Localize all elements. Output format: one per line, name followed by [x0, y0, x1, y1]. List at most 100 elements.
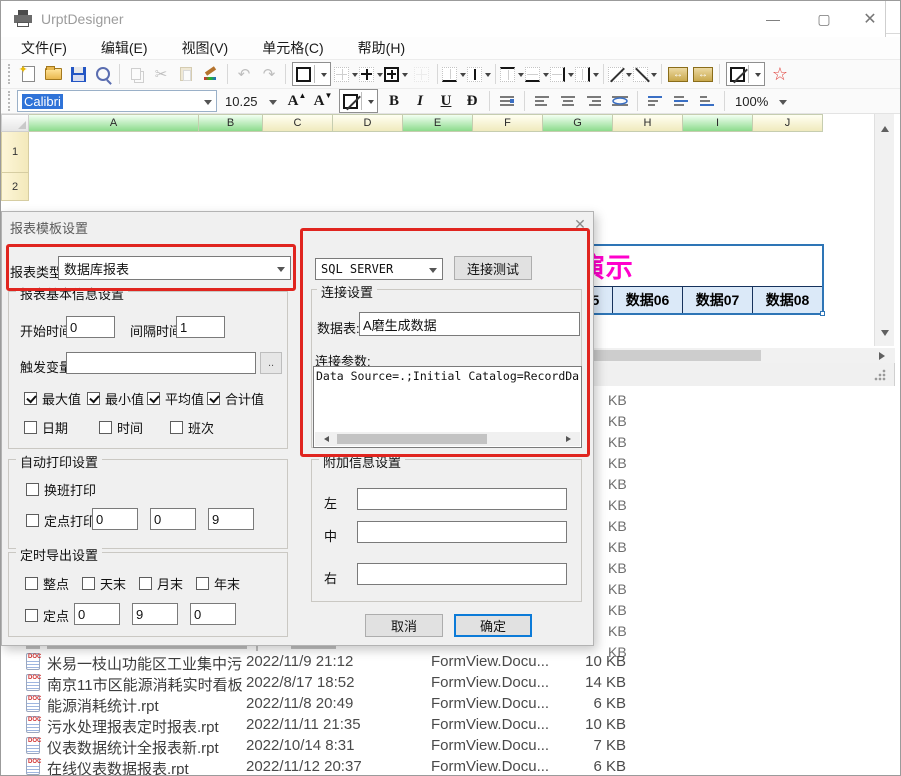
checkbox-sum[interactable]: 合计值	[207, 389, 264, 408]
file-row[interactable]: DOC 仪表数据统计全报表新.rpt 2022/10/14 8:31 FormV…	[1, 735, 661, 756]
new-file-button[interactable]: ✦	[16, 62, 40, 86]
underline-button[interactable]: U	[434, 89, 458, 113]
header-right-input[interactable]	[357, 563, 567, 585]
browse-button[interactable]: ..	[260, 352, 282, 374]
cell-J2[interactable]: 数据08	[753, 286, 823, 314]
diagonal-down-border-button[interactable]	[608, 62, 632, 86]
favorite-button[interactable]: ☆	[768, 62, 792, 86]
align-right-button[interactable]	[582, 89, 606, 113]
italic-button[interactable]: I	[408, 89, 432, 113]
inner-borders-button[interactable]	[359, 62, 383, 86]
checkbox-hourly[interactable]: 整点	[25, 574, 69, 593]
db-type-combo[interactable]: SQL SERVER	[315, 258, 443, 280]
select-all-corner[interactable]	[1, 114, 29, 132]
print-preview-button[interactable]	[91, 62, 115, 86]
center-vertical-border-button[interactable]	[575, 62, 599, 86]
checkbox-point-export[interactable]: 定点	[25, 606, 69, 625]
valign-bottom-button[interactable]	[695, 89, 719, 113]
checkbox-date[interactable]: 日期	[24, 418, 68, 437]
print-minute-input[interactable]	[150, 508, 196, 530]
ok-button[interactable]: 确定	[454, 614, 532, 637]
checkbox-shift[interactable]: 班次	[170, 418, 214, 437]
checkbox-point-print[interactable]: 定点打印	[26, 511, 96, 530]
scrollbar-thumb[interactable]	[337, 434, 487, 444]
checkbox-time[interactable]: 时间	[99, 418, 143, 437]
menu-help[interactable]: 帮助(H)	[358, 38, 405, 58]
col-header-F[interactable]: F	[473, 114, 543, 132]
file-row[interactable]: DOC 在线仪表数据报表.rpt 2022/11/12 20:37 FormVi…	[1, 756, 661, 776]
thick-bottom-border-button[interactable]	[525, 62, 549, 86]
col-header-G[interactable]: G	[543, 114, 613, 132]
header-left-input[interactable]	[357, 488, 567, 510]
interval-input[interactable]	[176, 316, 225, 338]
unmerge-cells-button[interactable]: ↔	[691, 62, 715, 86]
file-row[interactable]: DOC 污水处理报表定时报表.rpt 2022/11/11 21:35 Form…	[1, 714, 661, 735]
menu-edit[interactable]: 编辑(E)	[101, 38, 148, 58]
align-center-button[interactable]	[556, 89, 580, 113]
minimize-button[interactable]: —	[756, 7, 790, 31]
scroll-right-icon[interactable]	[879, 352, 889, 360]
checkbox-max[interactable]: 最大值	[24, 389, 81, 408]
trigger-var-input[interactable]	[66, 352, 256, 374]
data-table-input[interactable]	[359, 312, 580, 336]
scroll-right-icon[interactable]	[566, 436, 574, 442]
checkbox-month-end[interactable]: 月末	[139, 574, 183, 593]
cancel-button[interactable]: 取消	[365, 614, 443, 637]
col-header-D[interactable]: D	[333, 114, 403, 132]
col-header-H[interactable]: H	[613, 114, 683, 132]
open-file-button[interactable]	[41, 62, 65, 86]
close-button[interactable]: ✕	[853, 7, 887, 31]
diagonal-border-picker[interactable]	[726, 62, 765, 86]
diagonal-up-border-button[interactable]	[633, 62, 657, 86]
menu-file[interactable]: 文件(F)	[21, 38, 67, 58]
resize-grip-icon[interactable]	[874, 369, 886, 381]
export-minute-input[interactable]	[132, 603, 178, 625]
scroll-left-icon[interactable]	[321, 436, 329, 442]
decrease-font-button[interactable]: A▼	[311, 89, 335, 113]
wrap-text-button[interactable]	[495, 89, 519, 113]
file-row[interactable]: DOC 米易一枝山功能区工业集中污水处理报表... 2022/11/9 21:1…	[1, 651, 661, 672]
checkbox-avg[interactable]: 平均值	[147, 389, 204, 408]
border-style-picker[interactable]	[339, 89, 378, 113]
borders-disabled-button[interactable]	[409, 62, 433, 86]
sheet-vertical-scrollbar[interactable]	[874, 114, 894, 346]
col-header-C[interactable]: C	[263, 114, 333, 132]
undo-button[interactable]: ↶	[232, 62, 256, 86]
print-second-input[interactable]	[208, 508, 254, 530]
inner-vertical-border-button[interactable]	[467, 62, 491, 86]
col-header-I[interactable]: I	[683, 114, 753, 132]
report-type-combo[interactable]: 数据库报表	[58, 256, 291, 280]
checkbox-year-end[interactable]: 年末	[196, 574, 240, 593]
top-border-button[interactable]	[500, 62, 524, 86]
col-header-A[interactable]: A	[29, 114, 199, 132]
checkbox-min[interactable]: 最小值	[87, 389, 144, 408]
maximize-button[interactable]: ▢	[807, 7, 841, 31]
scroll-down-icon[interactable]	[881, 330, 889, 340]
export-second-input[interactable]	[190, 603, 236, 625]
bottom-border-button[interactable]	[442, 62, 466, 86]
bold-button[interactable]: B	[382, 89, 406, 113]
zoom-combo[interactable]: 100%	[730, 90, 792, 112]
menu-cell[interactable]: 单元格(C)	[262, 38, 323, 58]
col-header-B[interactable]: B	[199, 114, 263, 132]
increase-font-button[interactable]: A▲	[285, 89, 309, 113]
row-header-2[interactable]: 2	[1, 173, 29, 201]
outer-border-picker[interactable]	[292, 62, 331, 86]
file-row[interactable]: DOC 南京11市区能源消耗实时看板.rpt 2022/8/17 18:52 F…	[1, 672, 661, 693]
col-header-E[interactable]: E	[403, 114, 473, 132]
format-painter-button[interactable]	[199, 62, 223, 86]
save-button[interactable]	[66, 62, 90, 86]
merge-center-button[interactable]	[608, 89, 632, 113]
params-horizontal-scrollbar[interactable]	[315, 432, 580, 446]
align-left-button[interactable]	[530, 89, 554, 113]
header-center-input[interactable]	[357, 521, 567, 543]
export-hour-input[interactable]	[74, 603, 120, 625]
connection-params-box[interactable]: Data Source=.;Initial Catalog=RecordData…	[313, 366, 582, 448]
paste-button[interactable]	[174, 62, 198, 86]
no-border-button[interactable]	[334, 62, 358, 86]
start-time-input[interactable]	[66, 316, 115, 338]
font-family-combo[interactable]: Calibri	[17, 90, 217, 112]
col-header-J[interactable]: J	[753, 114, 823, 132]
cut-button[interactable]: ✂	[149, 62, 173, 86]
checkbox-shift-print[interactable]: 换班打印	[26, 480, 96, 499]
